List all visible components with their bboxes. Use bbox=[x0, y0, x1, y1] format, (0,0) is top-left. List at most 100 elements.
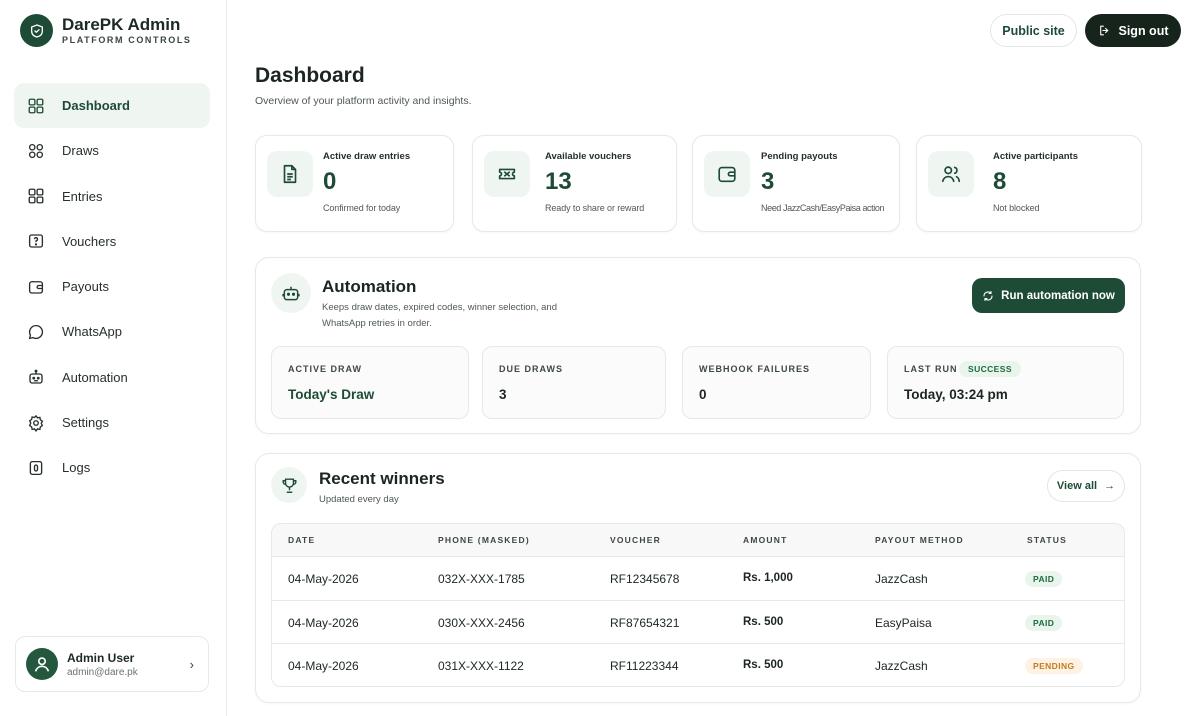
sidebar-item-label: Settings bbox=[62, 415, 109, 431]
stat-card-entries[interactable]: Active draw entries 0 Confirmed for toda… bbox=[255, 135, 454, 232]
metric-label: ACTIVE DRAW bbox=[288, 364, 362, 374]
brand-title: DarePK Admin bbox=[62, 15, 181, 34]
wallet-icon bbox=[704, 151, 750, 197]
robot-icon bbox=[29, 369, 43, 384]
page-title: Dashboard bbox=[255, 64, 365, 87]
sidebar-item-label: Draws bbox=[62, 143, 99, 159]
public-site-button[interactable]: Public site bbox=[990, 14, 1077, 47]
sidebar-item-settings[interactable]: Settings bbox=[14, 400, 210, 445]
stat-label: Active draw entries bbox=[323, 151, 411, 162]
user-email: admin@dare.pk bbox=[67, 666, 138, 678]
winners-title: Recent winners bbox=[319, 469, 445, 488]
sign-out-label: Sign out bbox=[1118, 23, 1169, 38]
brand[interactable]: DarePK Admin PLATFORM CONTROLS bbox=[20, 14, 192, 47]
sidebar-item-whatsapp[interactable]: WhatsApp bbox=[14, 309, 210, 354]
trophy-icon bbox=[271, 467, 307, 503]
table-row[interactable]: 04-May-2026 030X-XXX-2456 RF87654321 Rs.… bbox=[272, 601, 1124, 645]
status-badge: PAID bbox=[1025, 571, 1063, 587]
table-header: DATE PHONE (MASKED) VOUCHER AMOUNT PAYOU… bbox=[272, 524, 1124, 557]
status-badge: PENDING bbox=[1025, 658, 1083, 675]
stat-value: 0 bbox=[323, 168, 337, 195]
status-badge: SUCCESS bbox=[959, 361, 1021, 377]
column-header: STATUS bbox=[1027, 535, 1067, 545]
cell-voucher: RF87654321 bbox=[610, 615, 680, 630]
sidebar-item-label: WhatsApp bbox=[62, 324, 122, 340]
sidebar-item-automation[interactable]: Automation bbox=[14, 355, 210, 400]
automation-title: Automation bbox=[322, 277, 417, 296]
run-automation-label: Run automation now bbox=[1001, 289, 1115, 302]
sign-out-icon bbox=[1099, 25, 1108, 36]
sidebar-item-label: Entries bbox=[62, 188, 103, 204]
cell-date: 04-May-2026 bbox=[288, 572, 359, 586]
cell-phone: 032X-XXX-1785 bbox=[438, 572, 525, 586]
metric-active-draw: ACTIVE DRAW Today's Draw bbox=[271, 346, 469, 419]
column-header: PAYOUT METHOD bbox=[875, 535, 964, 545]
recent-winners-panel: Recent winners Updated every day View al… bbox=[255, 453, 1141, 703]
cell-method: EasyPaisa bbox=[875, 615, 932, 630]
sidebar-item-dashboard[interactable]: Dashboard bbox=[14, 83, 210, 128]
shield-icon bbox=[20, 14, 53, 47]
grid-icon bbox=[28, 98, 44, 113]
metric-value: 0 bbox=[699, 387, 707, 402]
sidebar-item-label: Logs bbox=[62, 460, 91, 476]
automation-description: Keeps draw dates, expired codes, winner … bbox=[322, 302, 557, 329]
stat-note: Need JazzCash/EasyPaisa action bbox=[761, 203, 885, 213]
ticket-icon bbox=[28, 234, 44, 249]
stat-note: Ready to share or reward bbox=[545, 203, 645, 213]
metric-label: WEBHOOK FAILURES bbox=[699, 364, 811, 374]
avatar bbox=[26, 648, 58, 680]
sidebar-item-logs[interactable]: Logs bbox=[14, 445, 210, 490]
metric-value: Today, 03:24 pm bbox=[904, 387, 1008, 402]
status-badge: PAID bbox=[1025, 614, 1063, 631]
user-menu[interactable]: Admin User admin@dare.pk › bbox=[15, 636, 209, 692]
sidebar-item-vouchers[interactable]: Vouchers bbox=[14, 219, 210, 264]
cell-voucher: RF12345678 bbox=[610, 572, 680, 586]
column-header: PHONE (MASKED) bbox=[438, 535, 530, 545]
user-name: Admin User bbox=[67, 650, 135, 665]
stat-card-participants[interactable]: Active participants 8 Not blocked bbox=[916, 135, 1142, 232]
column-header: VOUCHER bbox=[610, 535, 661, 545]
column-header: AMOUNT bbox=[743, 535, 788, 545]
page-subtitle: Overview of your platform activity and i… bbox=[255, 95, 472, 107]
sign-out-button[interactable]: Sign out bbox=[1085, 14, 1181, 47]
view-all-button[interactable]: View all → bbox=[1047, 470, 1125, 502]
winners-table: DATE PHONE (MASKED) VOUCHER AMOUNT PAYOU… bbox=[271, 523, 1125, 687]
run-automation-button[interactable]: Run automation now bbox=[972, 278, 1125, 313]
table-row[interactable]: 04-May-2026 031X-XXX-1122 RF11223344 Rs.… bbox=[272, 644, 1124, 686]
column-header: DATE bbox=[288, 535, 316, 545]
cell-amount: Rs. 1,000 bbox=[743, 572, 793, 584]
view-all-label: View all bbox=[1056, 480, 1098, 492]
sidebar-item-label: Payouts bbox=[62, 279, 109, 295]
metric-due-draws: DUE DRAWS 3 bbox=[482, 346, 666, 419]
sidebar-item-label: Dashboard bbox=[62, 98, 130, 113]
cell-method: JazzCash bbox=[875, 659, 928, 674]
sidebar-item-draws[interactable]: Draws bbox=[14, 128, 210, 173]
sidebar-item-entries[interactable]: Entries bbox=[14, 174, 210, 219]
stat-note: Confirmed for today bbox=[323, 203, 401, 213]
stat-value: 8 bbox=[993, 168, 1007, 195]
winners-subtitle: Updated every day bbox=[319, 494, 399, 505]
wallet-icon bbox=[28, 280, 44, 294]
cell-date: 04-May-2026 bbox=[288, 659, 359, 674]
metric-webhook-failures: WEBHOOK FAILURES 0 bbox=[682, 346, 871, 419]
stat-label: Active participants bbox=[993, 151, 1078, 162]
log-icon bbox=[29, 460, 43, 475]
cell-amount: Rs. 500 bbox=[743, 615, 784, 628]
cell-voucher: RF11223344 bbox=[610, 659, 679, 674]
table-row[interactable]: 04-May-2026 032X-XXX-1785 RF12345678 Rs.… bbox=[272, 557, 1124, 601]
grid-icon bbox=[28, 188, 44, 204]
brand-subtitle: PLATFORM CONTROLS bbox=[62, 35, 192, 45]
arrow-right-icon: → bbox=[1104, 480, 1116, 492]
stat-label: Available vouchers bbox=[545, 151, 632, 162]
sidebar-item-label: Vouchers bbox=[62, 233, 117, 249]
sidebar: DarePK Admin PLATFORM CONTROLS Dashboard… bbox=[0, 0, 227, 716]
cell-phone: 031X-XXX-1122 bbox=[438, 659, 524, 674]
circles-icon bbox=[28, 143, 44, 158]
stat-card-payouts[interactable]: Pending payouts 3 Need JazzCash/EasyPais… bbox=[692, 135, 900, 232]
stat-value: 3 bbox=[761, 168, 775, 195]
cell-phone: 030X-XXX-2456 bbox=[438, 615, 525, 630]
stat-value: 13 bbox=[545, 168, 572, 195]
users-icon bbox=[928, 151, 974, 197]
sidebar-item-payouts[interactable]: Payouts bbox=[14, 264, 210, 309]
stat-card-vouchers[interactable]: Available vouchers 13 Ready to share or … bbox=[472, 135, 677, 232]
